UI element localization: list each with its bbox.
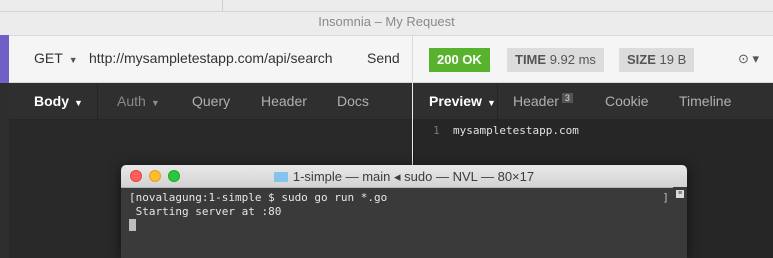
terminal-bracket: ] <box>662 191 669 204</box>
line-number: 1 <box>433 124 440 137</box>
method-label: GET <box>34 50 63 66</box>
terminal-title: 1-simple — main ◂ sudo — NVL — 80×17 <box>121 169 687 185</box>
method-dropdown[interactable]: GET ▼ <box>34 50 78 66</box>
terminal-line: [novalagung:1-simple $ sudo go run *.go <box>129 191 388 204</box>
tab-header[interactable]: Header <box>261 93 307 109</box>
size-badge: SIZE 19 B <box>619 48 695 72</box>
folder-icon <box>273 172 288 182</box>
tab-separator <box>497 83 498 119</box>
url-input[interactable]: http://mysampletestapp.com/api/search <box>89 50 333 66</box>
send-button[interactable]: Send <box>367 50 400 66</box>
window-titlebar: Insomnia – My Request <box>0 0 773 35</box>
sidebar-dark-strip <box>0 83 9 258</box>
tab-preview[interactable]: Preview ▼ <box>429 93 496 109</box>
chevron-down-icon: ▼ <box>486 98 496 108</box>
terminal-line: Starting server at :80 <box>129 205 282 218</box>
sidebar-accent <box>0 35 9 83</box>
history-clock-icon[interactable]: ⊙ ▾ <box>738 51 759 67</box>
tab-response-header[interactable]: Header 3 <box>513 93 573 109</box>
size-label: SIZE <box>627 52 656 67</box>
response-tabs: Preview ▼ Header 3 Cookie Timeline <box>413 83 773 120</box>
time-label: TIME <box>515 52 547 67</box>
tab-query[interactable]: Query <box>192 93 230 109</box>
tab-divider <box>222 0 223 11</box>
tab-cookie[interactable]: Cookie <box>605 93 649 109</box>
tab-timeline[interactable]: Timeline <box>679 93 731 109</box>
size-value: 19 B <box>659 52 687 67</box>
status-badge: 200 OK <box>429 48 490 72</box>
chevron-down-icon: ▼ <box>68 55 78 65</box>
terminal-scrollbar[interactable]: ≡ <box>673 187 687 258</box>
tab-docs[interactable]: Docs <box>337 93 369 109</box>
chevron-down-icon: ▼ <box>74 98 83 108</box>
time-value: 9.92 ms <box>549 52 596 67</box>
window-title: Insomnia – My Request <box>318 14 455 29</box>
time-badge: TIME 9.92 ms <box>507 48 604 72</box>
terminal-window: 1-simple — main ◂ sudo — NVL — 80×17 [no… <box>121 165 687 258</box>
terminal-titlebar[interactable]: 1-simple — main ◂ sudo — NVL — 80×17 <box>121 165 687 188</box>
tab-strip-line <box>0 11 773 12</box>
request-bar: GET ▼ http://mysampletestapp.com/api/sear… <box>0 35 412 83</box>
terminal-output[interactable]: [novalagung:1-simple $ sudo go run *.go … <box>129 191 387 233</box>
response-bar: 200 OK TIME 9.92 ms SIZE 19 B ⊙ ▾ <box>412 35 773 83</box>
request-tabs: Body ▼ Auth ▼ Query Header Docs <box>9 83 412 120</box>
tab-separator <box>97 83 98 119</box>
chevron-down-icon: ▼ <box>150 98 160 108</box>
terminal-cursor <box>129 219 136 231</box>
header-count-badge: 3 <box>561 93 573 103</box>
scroll-marker-icon: ≡ <box>676 190 684 198</box>
tab-auth[interactable]: Auth ▼ <box>117 93 160 109</box>
tab-body[interactable]: Body ▼ <box>34 93 83 109</box>
response-body-line: mysampletestapp.com <box>453 124 579 137</box>
